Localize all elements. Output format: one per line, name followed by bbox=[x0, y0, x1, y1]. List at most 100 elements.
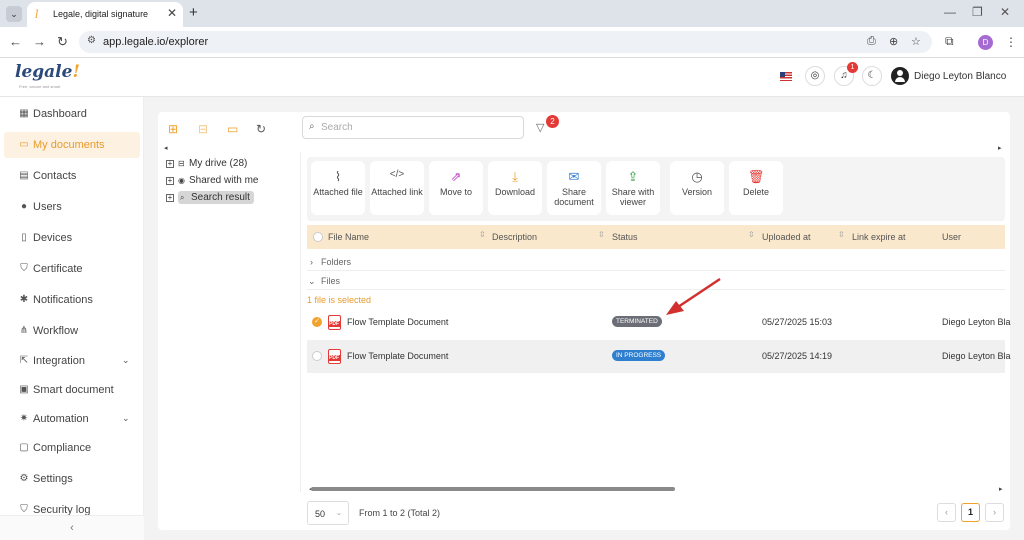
sidebar-item-automation[interactable]: ✷ Automation ⌄ bbox=[4, 406, 140, 432]
file-name[interactable]: Flow Template Document bbox=[347, 351, 448, 361]
scrollbar-thumb[interactable] bbox=[311, 487, 675, 491]
filter-icon[interactable]: ▽ bbox=[536, 121, 544, 134]
sidebar-item-certificate[interactable]: ⛉ Certificate bbox=[4, 256, 140, 282]
restore-icon[interactable]: ❐ bbox=[972, 5, 983, 19]
column-file-name[interactable]: File Name bbox=[328, 232, 369, 242]
tree-item-search-result[interactable]: + ⌕ Search result bbox=[166, 191, 254, 206]
minimize-icon[interactable]: — bbox=[944, 5, 956, 19]
table-row[interactable]: PDF Flow Template Document IN PROGRESS 0… bbox=[307, 340, 1011, 373]
sidebar-item-users[interactable]: ● Users bbox=[4, 194, 140, 220]
next-page-button[interactable]: › bbox=[985, 503, 1004, 522]
sidebar-item-dashboard[interactable]: ▦ Dashboard bbox=[4, 101, 140, 127]
notifications-icon: ✱ bbox=[19, 294, 29, 305]
row-checkbox[interactable] bbox=[312, 351, 322, 361]
tree-item-shared[interactable]: + ◉ Shared with me bbox=[166, 175, 258, 189]
delete-button[interactable]: 🗑 Delete bbox=[729, 161, 783, 215]
scroll-right-icon[interactable]: ▸ bbox=[998, 144, 1002, 152]
file-name[interactable]: Flow Template Document bbox=[347, 317, 448, 327]
browser-tab[interactable]: l Legale, digital signature ✕ bbox=[27, 2, 183, 27]
column-user[interactable]: User bbox=[942, 232, 961, 242]
browser-tab-bar: ⌄ l Legale, digital signature ✕ + — ❐ ✕ bbox=[0, 0, 1024, 27]
download-button[interactable]: ⤓ Download bbox=[488, 161, 542, 215]
scroll-right-icon[interactable]: ▸ bbox=[999, 485, 1003, 493]
extensions-icon[interactable]: ⧉ bbox=[945, 34, 954, 49]
column-link-expire[interactable]: Link expire at bbox=[852, 232, 906, 242]
pdf-icon: PDF bbox=[328, 349, 341, 364]
devices-icon: ▯ bbox=[21, 232, 27, 243]
table-row[interactable]: ✓ PDF Flow Template Document TERMINATED … bbox=[307, 306, 1011, 339]
share-with-viewer-button[interactable]: ⇪ Share with viewer bbox=[606, 161, 660, 215]
us-flag-icon[interactable] bbox=[780, 72, 792, 81]
column-description[interactable]: Description bbox=[492, 232, 537, 242]
sidebar-item-contacts[interactable]: ▤ Contacts bbox=[4, 163, 140, 189]
row-checkbox[interactable]: ✓ bbox=[312, 317, 322, 327]
folders-group[interactable]: › Folders bbox=[307, 253, 1005, 271]
sidebar-item-integration[interactable]: ⇱ Integration ⌄ bbox=[4, 348, 140, 374]
attached-link-button[interactable]: </> Attached link bbox=[370, 161, 424, 215]
bookmark-star-icon[interactable]: ☆ bbox=[911, 35, 921, 48]
search-box: ⌕ bbox=[302, 116, 524, 139]
sidebar-item-workflow[interactable]: ⋔ Workflow bbox=[4, 318, 140, 344]
zoom-icon[interactable]: ⊕ bbox=[889, 35, 898, 48]
sort-icon[interactable]: ⇳ bbox=[598, 230, 605, 239]
horizontal-scrollbar[interactable] bbox=[307, 487, 1005, 491]
user-name[interactable]: Diego Leyton Blanco bbox=[914, 71, 1006, 82]
back-icon[interactable]: ← bbox=[9, 34, 22, 49]
expand-icon[interactable]: + bbox=[166, 159, 174, 168]
selection-info: 1 file is selected bbox=[307, 295, 372, 305]
attached-file-button[interactable]: ⌇ Attached file bbox=[311, 161, 365, 215]
sort-icon[interactable]: ⇳ bbox=[838, 230, 845, 239]
column-uploaded-at[interactable]: Uploaded at bbox=[762, 232, 811, 242]
files-group[interactable]: ⌄ Files bbox=[307, 272, 1005, 290]
expand-icon[interactable]: + bbox=[166, 176, 174, 185]
version-button[interactable]: ◷ Version bbox=[670, 161, 724, 215]
search-input[interactable] bbox=[321, 120, 517, 135]
expand-icon[interactable]: + bbox=[166, 193, 174, 202]
sidebar-item-settings[interactable]: ⚙ Settings bbox=[4, 466, 140, 492]
move-to-button[interactable]: ⇗ Move to bbox=[429, 161, 483, 215]
page-size-select[interactable]: 50 ⌄ bbox=[307, 501, 349, 525]
sidebar: ▦ Dashboard ▭ My documents ▤ Contacts ● … bbox=[0, 97, 144, 540]
sidebar-item-label: My documents bbox=[33, 139, 105, 151]
profile-avatar[interactable]: D bbox=[978, 35, 993, 50]
settings-icon: ⚙ bbox=[19, 473, 29, 484]
column-status[interactable]: Status bbox=[612, 232, 638, 242]
select-all-checkbox[interactable] bbox=[313, 232, 323, 242]
move-folder-disabled-icon[interactable]: ⊟ bbox=[198, 122, 208, 136]
sort-icon[interactable]: ⇳ bbox=[479, 230, 486, 239]
page-button-current[interactable]: 1 bbox=[961, 503, 980, 522]
sidebar-item-devices[interactable]: ▯ Devices bbox=[4, 225, 140, 251]
site-info-icon[interactable]: ⚙ bbox=[87, 35, 96, 46]
browser-menu-icon[interactable]: ⋮ bbox=[1005, 35, 1017, 49]
theme-toggle-icon[interactable]: ☾ bbox=[862, 66, 882, 86]
avatar[interactable] bbox=[891, 67, 909, 85]
sidebar-item-smart-document[interactable]: ▣ Smart document bbox=[4, 377, 140, 403]
drive-icon: ⊟ bbox=[178, 159, 185, 168]
forward-icon[interactable]: → bbox=[33, 34, 46, 49]
scroll-left-icon[interactable]: ◂ bbox=[164, 144, 168, 152]
sidebar-item-notifications[interactable]: ✱ Notifications bbox=[4, 287, 140, 313]
refresh-icon[interactable]: ↻ bbox=[256, 122, 266, 136]
sort-icon[interactable]: ⇳ bbox=[748, 230, 755, 239]
prev-page-button[interactable]: ‹ bbox=[937, 503, 956, 522]
version-icon: ◷ bbox=[691, 169, 703, 184]
tree-item-my-drive[interactable]: + ⊟ My drive (28) bbox=[166, 158, 247, 172]
share-document-button[interactable]: ✉ Share document bbox=[547, 161, 601, 215]
url-field[interactable]: ⚙ app.legale.io/explorer ⎙ ⊕ ☆ bbox=[79, 31, 932, 53]
sidebar-item-my-documents[interactable]: ▭ My documents bbox=[4, 132, 140, 158]
close-window-icon[interactable]: ✕ bbox=[1000, 5, 1010, 19]
close-tab-button[interactable]: ✕ bbox=[167, 6, 177, 20]
reload-icon[interactable]: ↻ bbox=[57, 34, 68, 50]
chevron-down-icon: ⌄ bbox=[10, 9, 18, 19]
new-tab-button[interactable]: + bbox=[189, 4, 198, 21]
sidebar-item-compliance[interactable]: ▢ Compliance bbox=[4, 435, 140, 461]
legale-logo[interactable]: legale! Free, secure and smart bbox=[15, 62, 80, 94]
folder-icon[interactable]: ▭ bbox=[227, 122, 238, 136]
install-app-icon[interactable]: ⎙ bbox=[867, 35, 876, 48]
sidebar-item-label: Contacts bbox=[33, 170, 77, 182]
support-icon[interactable]: ◎ bbox=[805, 66, 825, 86]
sidebar-collapse-button[interactable]: ‹ bbox=[0, 515, 144, 540]
tab-search-button[interactable]: ⌄ bbox=[6, 6, 22, 22]
new-folder-icon[interactable]: ⊞ bbox=[168, 122, 178, 136]
certificate-icon: ⛉ bbox=[20, 263, 28, 274]
